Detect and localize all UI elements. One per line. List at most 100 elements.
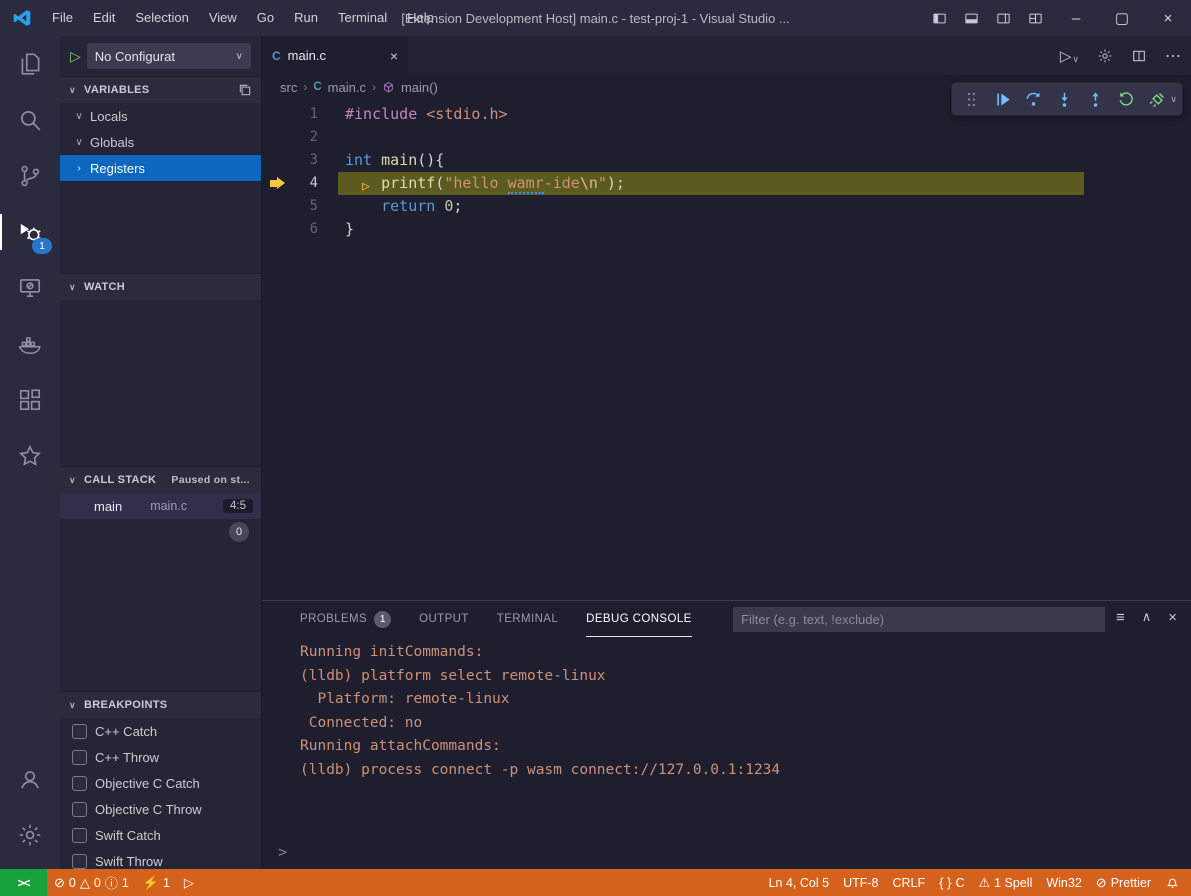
menu-go[interactable]: Go	[247, 0, 284, 36]
sidebar-item-docker[interactable]	[0, 316, 60, 372]
customize-layout-icon[interactable]	[1028, 11, 1043, 26]
breadcrumb-src[interactable]: src	[280, 80, 297, 95]
breakpoint-gutter[interactable]	[262, 195, 282, 218]
start-debug-icon[interactable]: ▷	[70, 48, 81, 65]
status-bar: >< ⊘ 0 △ 0 ⓘ 1 ⚡ 1 ▷ Ln 4, Col 5UTF-8CRL…	[0, 869, 1191, 896]
checkbox-unchecked[interactable]	[72, 750, 87, 765]
close-panel-icon[interactable]: ×	[1168, 609, 1177, 626]
status-eol[interactable]: CRLF	[885, 869, 932, 896]
sidebar-item-explorer[interactable]	[0, 36, 60, 92]
call-stack-section-header[interactable]: ∨ CALL STACK Paused on st...	[60, 466, 261, 493]
menu-edit[interactable]: Edit	[83, 0, 125, 36]
breakpoint-gutter[interactable]	[262, 126, 282, 149]
sidebar-item-extensions[interactable]	[0, 372, 60, 428]
status-notifications[interactable]	[1158, 869, 1187, 896]
breakpoint-item[interactable]: Objective C Throw	[60, 796, 261, 822]
breakpoint-item[interactable]: C++ Catch	[60, 718, 261, 744]
toggle-panel-icon[interactable]	[964, 11, 979, 26]
more-actions-icon[interactable]: ⋯	[1165, 46, 1181, 66]
checkbox-unchecked[interactable]	[72, 828, 87, 843]
disconnect-button[interactable]	[1143, 85, 1171, 113]
variables-actions-icon[interactable]	[238, 83, 252, 97]
panel-tab-terminal[interactable]: TERMINAL	[497, 601, 558, 637]
checkbox-unchecked[interactable]	[72, 802, 87, 817]
console-filter-input[interactable]	[733, 607, 1105, 632]
watch-section-header[interactable]: ∨ WATCH	[60, 273, 261, 300]
sidebar-item-star[interactable]	[0, 428, 60, 484]
breakpoint-item[interactable]: C++ Throw	[60, 744, 261, 770]
panel-tab-debug-console[interactable]: DEBUG CONSOLE	[586, 601, 692, 637]
sidebar-item-source-control[interactable]	[0, 148, 60, 204]
split-editor-icon[interactable]	[1131, 48, 1147, 64]
variables-item-globals[interactable]: ∨Globals	[60, 129, 261, 155]
toggle-sidebar-icon[interactable]	[932, 11, 947, 26]
breakpoint-item[interactable]: Swift Throw	[60, 848, 261, 869]
breakpoint-gutter[interactable]	[262, 103, 282, 126]
chevron-down-icon[interactable]: ∨	[1170, 94, 1177, 105]
tab-main-c[interactable]: C main.c ×	[262, 36, 408, 75]
checkbox-unchecked[interactable]	[72, 854, 87, 869]
menu-run[interactable]: Run	[284, 0, 328, 36]
code-line-5[interactable]: 5 return 0;	[262, 195, 1191, 218]
breakpoint-gutter[interactable]	[262, 149, 282, 172]
breakpoint-gutter[interactable]	[262, 218, 282, 241]
problems-status[interactable]: ⊘ 0 △ 0 ⓘ 1	[47, 869, 136, 896]
menu-selection[interactable]: Selection	[125, 0, 198, 36]
breakpoints-section-header[interactable]: ∨ BREAKPOINTS	[60, 691, 261, 718]
continue-button[interactable]	[988, 85, 1016, 113]
sidebar-item-run-and-debug[interactable]: 1	[0, 204, 60, 260]
close-tab-icon[interactable]: ×	[390, 48, 398, 64]
status-platform[interactable]: Win32	[1039, 869, 1088, 896]
status-formatter[interactable]: ⊘Prettier	[1089, 869, 1158, 896]
menu-file[interactable]: File	[42, 0, 83, 36]
panel-tab-output[interactable]: OUTPUT	[419, 601, 469, 637]
drag-handle[interactable]	[957, 85, 985, 113]
menu-terminal[interactable]: Terminal	[328, 0, 397, 36]
sidebar-item-settings[interactable]	[0, 807, 60, 863]
run-file-button[interactable]: ▷∨	[1060, 47, 1079, 65]
gear-icon[interactable]	[1097, 48, 1113, 64]
variables-item-registers[interactable]: ›Registers	[60, 155, 261, 181]
code-line-3[interactable]: 3int main(){	[262, 149, 1191, 172]
step-into-button[interactable]	[1050, 85, 1078, 113]
debug-config-dropdown[interactable]: No Configurat ∨	[87, 43, 251, 69]
status-encoding[interactable]: UTF-8	[836, 869, 885, 896]
variables-section-header[interactable]: ∨ VARIABLES	[60, 76, 261, 103]
sidebar-item-search[interactable]	[0, 92, 60, 148]
sidebar-item-remote-explorer[interactable]	[0, 260, 60, 316]
checkbox-unchecked[interactable]	[72, 776, 87, 791]
code-line-4[interactable]: ▷4 printf("hello wamr-ide\n");	[262, 172, 1191, 195]
close-button[interactable]: ×	[1145, 0, 1191, 36]
status-spell-status[interactable]: ⚠1 Spell	[971, 869, 1039, 896]
checkbox-unchecked[interactable]	[72, 724, 87, 739]
debug-status[interactable]: ▷	[177, 869, 201, 896]
ports-status[interactable]: ⚡ 1	[136, 869, 177, 896]
breakpoint-item[interactable]: Objective C Catch	[60, 770, 261, 796]
console-prompt-icon[interactable]: >	[278, 843, 287, 861]
code-line-2[interactable]: 2	[262, 126, 1191, 149]
output-settings-icon[interactable]: ≡	[1116, 609, 1125, 626]
status-cursor-position[interactable]: Ln 4, Col 5	[762, 869, 836, 896]
step-over-button[interactable]	[1019, 85, 1047, 113]
toggle-secondary-sidebar-icon[interactable]	[996, 11, 1011, 26]
sidebar-item-account[interactable]	[0, 751, 60, 807]
breadcrumb-symbol[interactable]: main()	[401, 80, 438, 95]
variables-item-locals[interactable]: ∨Locals	[60, 103, 261, 129]
code-editor[interactable]: 1#include <stdio.h>23int main(){▷4 print…	[262, 99, 1191, 600]
maximize-panel-icon[interactable]: ∧	[1142, 609, 1152, 626]
debug-console-output[interactable]: Running initCommands:(lldb) platform sel…	[262, 641, 1191, 837]
maximize-button[interactable]: ▢	[1099, 0, 1145, 36]
chevron-down-icon: ∨	[69, 282, 79, 293]
remote-indicator[interactable]: ><	[0, 869, 47, 896]
status-language-mode[interactable]: { }C	[932, 869, 971, 896]
call-stack-frame[interactable]: main main.c 4:5	[60, 493, 261, 519]
code-text: int main(){	[318, 149, 444, 172]
step-out-button[interactable]	[1081, 85, 1109, 113]
minimize-button[interactable]: –	[1053, 0, 1099, 36]
menu-view[interactable]: View	[199, 0, 247, 36]
panel-tab-problems[interactable]: PROBLEMS1	[300, 601, 391, 637]
code-line-6[interactable]: 6}	[262, 218, 1191, 241]
restart-button[interactable]	[1112, 85, 1140, 113]
breakpoint-item[interactable]: Swift Catch	[60, 822, 261, 848]
breadcrumb-file[interactable]: main.c	[328, 80, 366, 95]
